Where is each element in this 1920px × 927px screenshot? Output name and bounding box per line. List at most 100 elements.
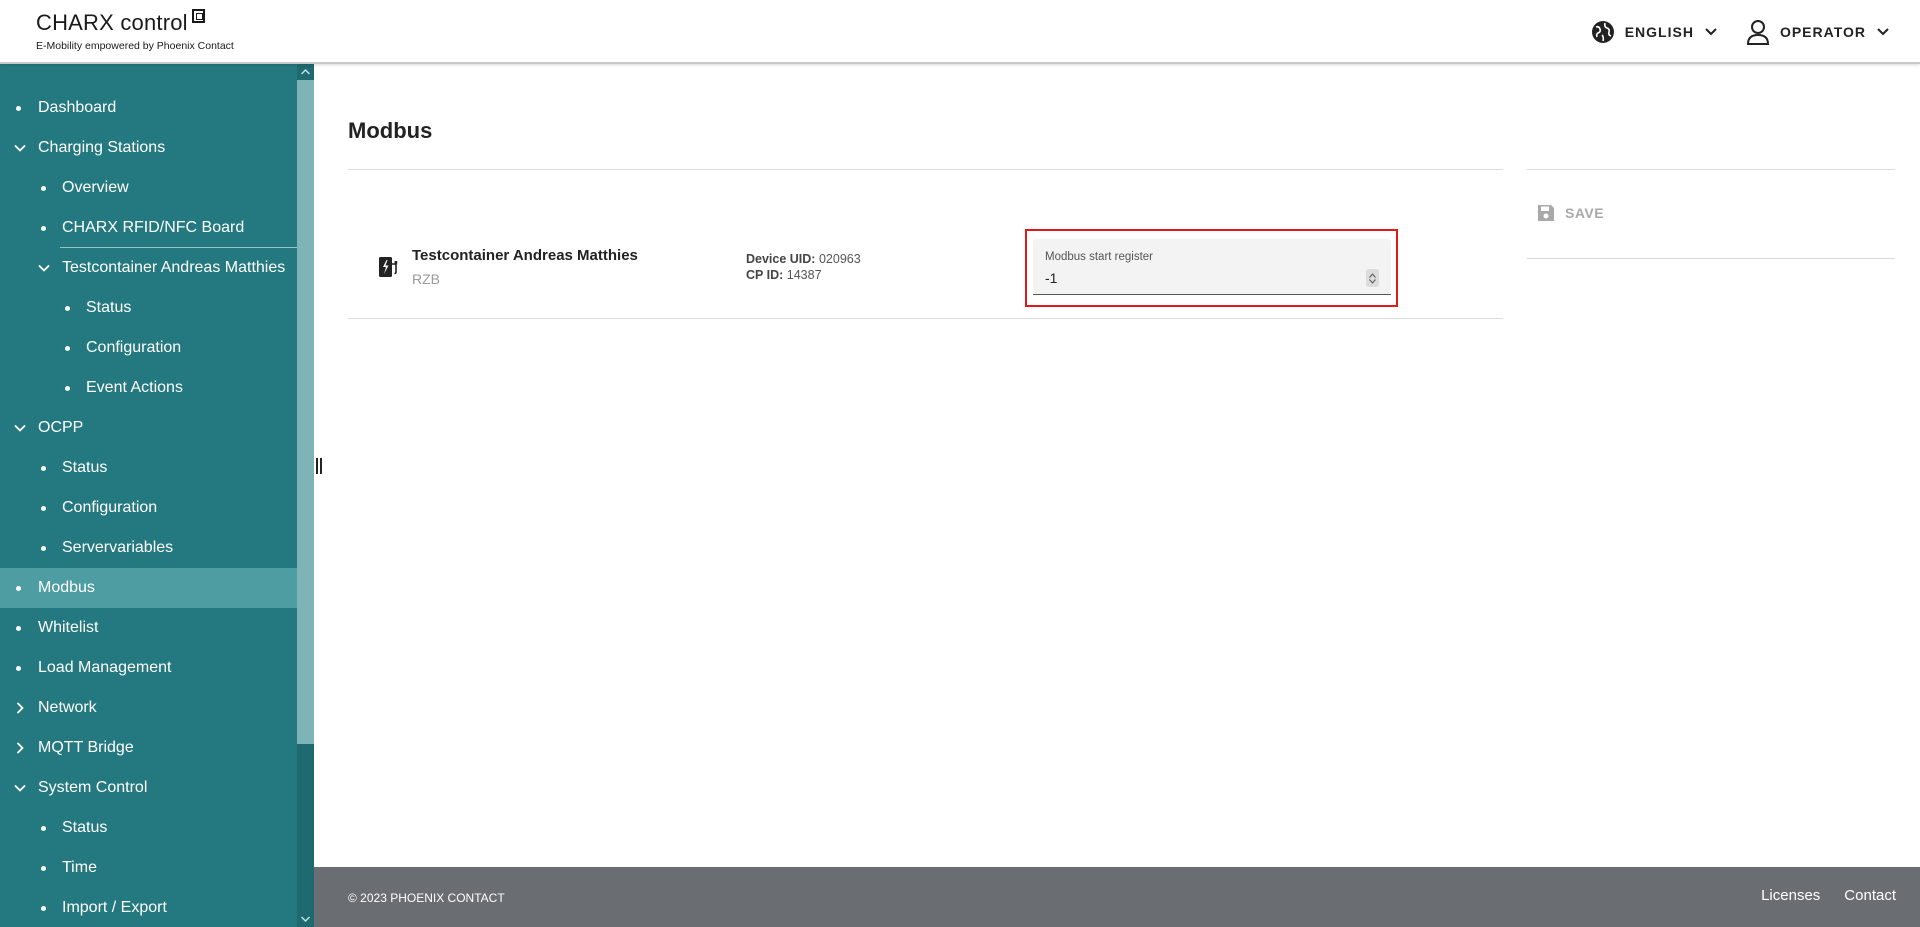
chevron-down-icon[interactable] bbox=[13, 781, 27, 795]
sidebar-item-servervariables[interactable]: Servervariables bbox=[0, 528, 297, 568]
bullet-icon bbox=[41, 225, 46, 231]
bullet-icon bbox=[41, 465, 46, 471]
sidebar-item-ocpp[interactable]: OCPP bbox=[0, 408, 297, 448]
sidebar-item-dashboard[interactable]: Dashboard bbox=[0, 88, 297, 128]
bullet-icon bbox=[41, 825, 46, 831]
cp-id-label: CP ID: bbox=[746, 268, 784, 282]
save-label: SAVE bbox=[1565, 205, 1605, 221]
logo-subtitle: E-Mobility empowered by Phoenix Contact bbox=[36, 40, 234, 52]
sidebar-item-label: Load Management bbox=[38, 659, 172, 676]
device-uid: Device UID: 020963 bbox=[746, 252, 861, 266]
chevron-down-icon[interactable] bbox=[13, 141, 27, 155]
bullet-icon bbox=[41, 545, 46, 551]
device-name: Testcontainer Andreas Matthies bbox=[412, 247, 638, 264]
sidebar-item-import-export[interactable]: Import / Export bbox=[0, 888, 297, 927]
sidebar-item-load-management[interactable]: Load Management bbox=[0, 648, 297, 688]
copyright: © 2023 PHOENIX CONTACT bbox=[348, 891, 505, 905]
bullet-icon bbox=[16, 665, 21, 671]
divider bbox=[348, 318, 1503, 319]
user-menu[interactable]: OPERATOR bbox=[1746, 19, 1890, 45]
save-button[interactable]: SAVE bbox=[1537, 204, 1604, 222]
sidebar-item-configuration[interactable]: Configuration bbox=[0, 488, 297, 528]
bullet-icon bbox=[16, 585, 21, 591]
chevron-down-icon bbox=[1705, 28, 1717, 36]
bullet-icon bbox=[65, 385, 70, 391]
spin-up-icon[interactable] bbox=[1369, 272, 1376, 278]
sidebar-item-label: System Control bbox=[38, 779, 148, 796]
device-subtitle: RZB bbox=[412, 271, 440, 287]
bullet-icon bbox=[16, 625, 21, 631]
language-selector[interactable]: ENGLISH bbox=[1591, 20, 1718, 44]
chevron-down-icon[interactable] bbox=[37, 261, 51, 275]
sidebar-item-charx-rfid-nfc-board[interactable]: CHARX RFID/NFC Board bbox=[0, 208, 297, 248]
sidebar-item-label: MQTT Bridge bbox=[38, 739, 134, 756]
field-label: Modbus start register bbox=[1045, 251, 1154, 263]
licenses-link[interactable]: Licenses bbox=[1761, 887, 1820, 904]
sidebar-item-mqtt-bridge[interactable]: MQTT Bridge bbox=[0, 728, 297, 768]
sidebar-item-label: Import / Export bbox=[62, 899, 167, 916]
sidebar-item-status[interactable]: Status bbox=[0, 808, 297, 848]
sidebar-item-testcontainer-andreas-matthies[interactable]: Testcontainer Andreas Matthies bbox=[0, 248, 297, 288]
divider bbox=[348, 169, 1503, 170]
cp-id-value: 14387 bbox=[786, 268, 822, 282]
footer: © 2023 PHOENIX CONTACT Licenses Contact bbox=[314, 867, 1920, 927]
divider bbox=[1527, 169, 1895, 170]
sidebar-item-label: Servervariables bbox=[62, 539, 174, 556]
sidebar-item-label: Dashboard bbox=[38, 99, 117, 116]
modbus-start-register-input[interactable] bbox=[1045, 269, 1345, 287]
sidebar-item-label: OCPP bbox=[38, 419, 84, 436]
sidebar-scrollbar[interactable] bbox=[297, 64, 314, 927]
spin-down-icon[interactable] bbox=[1369, 278, 1376, 284]
resize-handle-icon[interactable] bbox=[316, 458, 322, 474]
sidebar-item-status[interactable]: Status bbox=[0, 448, 297, 488]
sidebar-item-label: Time bbox=[62, 859, 97, 876]
sidebar-item-system-control[interactable]: System Control bbox=[0, 768, 297, 808]
sidebar-nav: Dashboard Charging Stations Overview CHARX … bbox=[0, 64, 297, 927]
sidebar-item-label: Whitelist bbox=[38, 619, 99, 636]
contact-link[interactable]: Contact bbox=[1844, 887, 1896, 904]
sidebar-item-label: Modbus bbox=[38, 579, 95, 596]
charx-logo[interactable]: CHARX control E-Mobility empowered by Ph… bbox=[36, 9, 234, 52]
bullet-icon bbox=[41, 905, 46, 911]
user-label: OPERATOR bbox=[1779, 24, 1866, 40]
sidebar-item-label: Overview bbox=[62, 179, 129, 196]
bullet-icon bbox=[65, 345, 70, 351]
globe-icon bbox=[1591, 21, 1614, 43]
sidebar-item-charging-stations[interactable]: Charging Stations bbox=[0, 128, 297, 168]
sidebar-item-time[interactable]: Time bbox=[0, 848, 297, 888]
sidebar-item-label: Event Actions bbox=[86, 379, 183, 396]
chevron-right-icon[interactable] bbox=[13, 701, 27, 715]
scroll-thumb[interactable] bbox=[297, 80, 314, 744]
sidebar-item-label: CHARX RFID/NFC Board bbox=[62, 219, 245, 236]
main-content bbox=[314, 64, 1920, 867]
sidebar-item-modbus[interactable]: Modbus bbox=[0, 568, 297, 608]
phoenix-badge-icon bbox=[191, 9, 205, 23]
chevron-right-icon[interactable] bbox=[13, 741, 27, 755]
number-spinner[interactable] bbox=[1366, 269, 1379, 287]
logo-title: CHARX control bbox=[36, 10, 188, 35]
bullet-icon bbox=[65, 305, 70, 311]
bullet-icon bbox=[41, 865, 46, 871]
sidebar-item-network[interactable]: Network bbox=[0, 688, 297, 728]
bullet-icon bbox=[41, 185, 46, 191]
user-icon bbox=[1746, 20, 1769, 45]
chevron-down-icon[interactable] bbox=[13, 421, 27, 435]
language-label: ENGLISH bbox=[1624, 24, 1694, 40]
sidebar-item-label: Testcontainer Andreas Matthies bbox=[62, 259, 286, 276]
chevron-down-icon bbox=[1877, 28, 1889, 36]
charging-station-icon bbox=[379, 257, 398, 277]
device-uid-label: Device UID: bbox=[746, 252, 816, 266]
sidebar-item-event-actions[interactable]: Event Actions bbox=[0, 368, 297, 408]
device-uid-value: 020963 bbox=[818, 252, 861, 266]
sidebar-item-status[interactable]: Status bbox=[0, 288, 297, 328]
sidebar-item-overview[interactable]: Overview bbox=[0, 168, 297, 208]
top-header: CHARX control E-Mobility empowered by Ph… bbox=[0, 0, 1920, 64]
bullet-icon bbox=[41, 505, 46, 511]
floppy-disk-icon bbox=[1538, 205, 1554, 221]
modbus-start-register-field[interactable]: Modbus start register bbox=[1033, 239, 1391, 295]
scroll-down-arrow-icon[interactable] bbox=[297, 911, 314, 927]
sidebar-item-configuration[interactable]: Configuration bbox=[0, 328, 297, 368]
sidebar-item-whitelist[interactable]: Whitelist bbox=[0, 608, 297, 648]
sidebar: Dashboard Charging Stations Overview CHARX … bbox=[0, 64, 297, 927]
scroll-up-arrow-icon[interactable] bbox=[297, 64, 314, 80]
